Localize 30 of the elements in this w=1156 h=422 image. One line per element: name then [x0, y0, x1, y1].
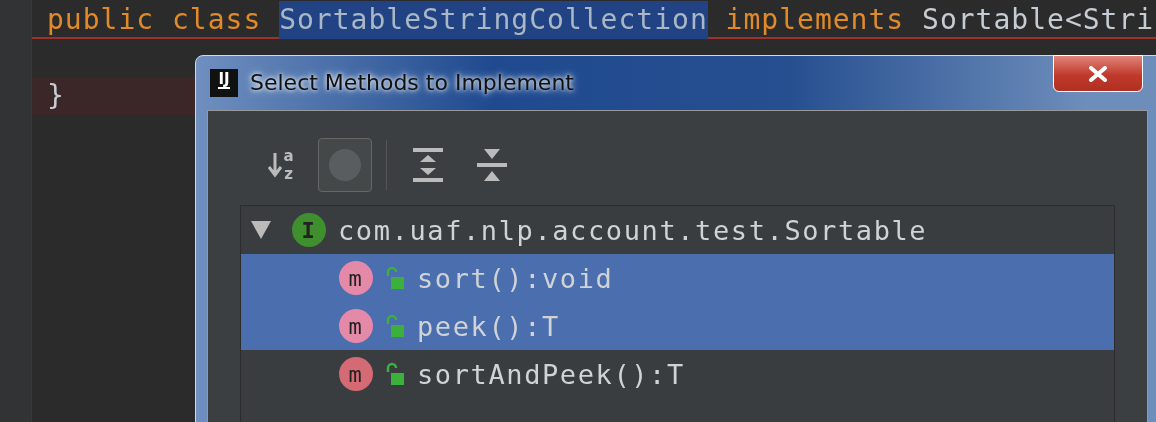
method-icon: m	[339, 261, 373, 295]
keyword-text: implements	[724, 2, 906, 38]
unlocked-padlock-icon	[385, 314, 405, 338]
close-button[interactable]	[1053, 55, 1143, 92]
collapse-all-icon	[476, 148, 508, 182]
toggle-button[interactable]	[318, 138, 372, 192]
unlocked-padlock-icon	[385, 266, 405, 290]
tree-label: peek():T	[417, 310, 560, 342]
tree-label: com.uaf.nlp.account.test.Sortable	[338, 214, 928, 246]
code-text: Sortable<Stri	[922, 2, 1155, 38]
keyword-text: public class	[47, 2, 263, 38]
method-icon: m	[339, 309, 373, 343]
interface-icon: I	[292, 213, 326, 247]
unlocked-padlock-icon	[385, 362, 405, 386]
expand-triangle-icon[interactable]	[250, 220, 272, 240]
app-icon: IJ	[210, 68, 238, 97]
tree-row[interactable]: m peek():T	[241, 302, 1114, 350]
tree-row[interactable]: I com.uaf.nlp.account.test.Sortable	[241, 206, 1114, 254]
tree-row[interactable]: m sort():void	[241, 254, 1114, 302]
tree-row[interactable]: m sortAndPeek():T	[241, 350, 1114, 398]
sort-alphabetically-button[interactable]: a z	[254, 138, 308, 192]
tree-label: sortAndPeek():T	[417, 358, 685, 390]
close-icon	[1087, 65, 1109, 82]
tree-label: sort():void	[417, 262, 614, 294]
selected-identifier: SortableStringCollection	[279, 1, 708, 39]
window-title: Select Methods to Implement	[250, 70, 574, 95]
code-text: }	[47, 78, 65, 114]
expand-all-icon	[412, 147, 444, 183]
down-arrow-icon	[268, 152, 283, 178]
method-icon: m	[339, 357, 373, 391]
